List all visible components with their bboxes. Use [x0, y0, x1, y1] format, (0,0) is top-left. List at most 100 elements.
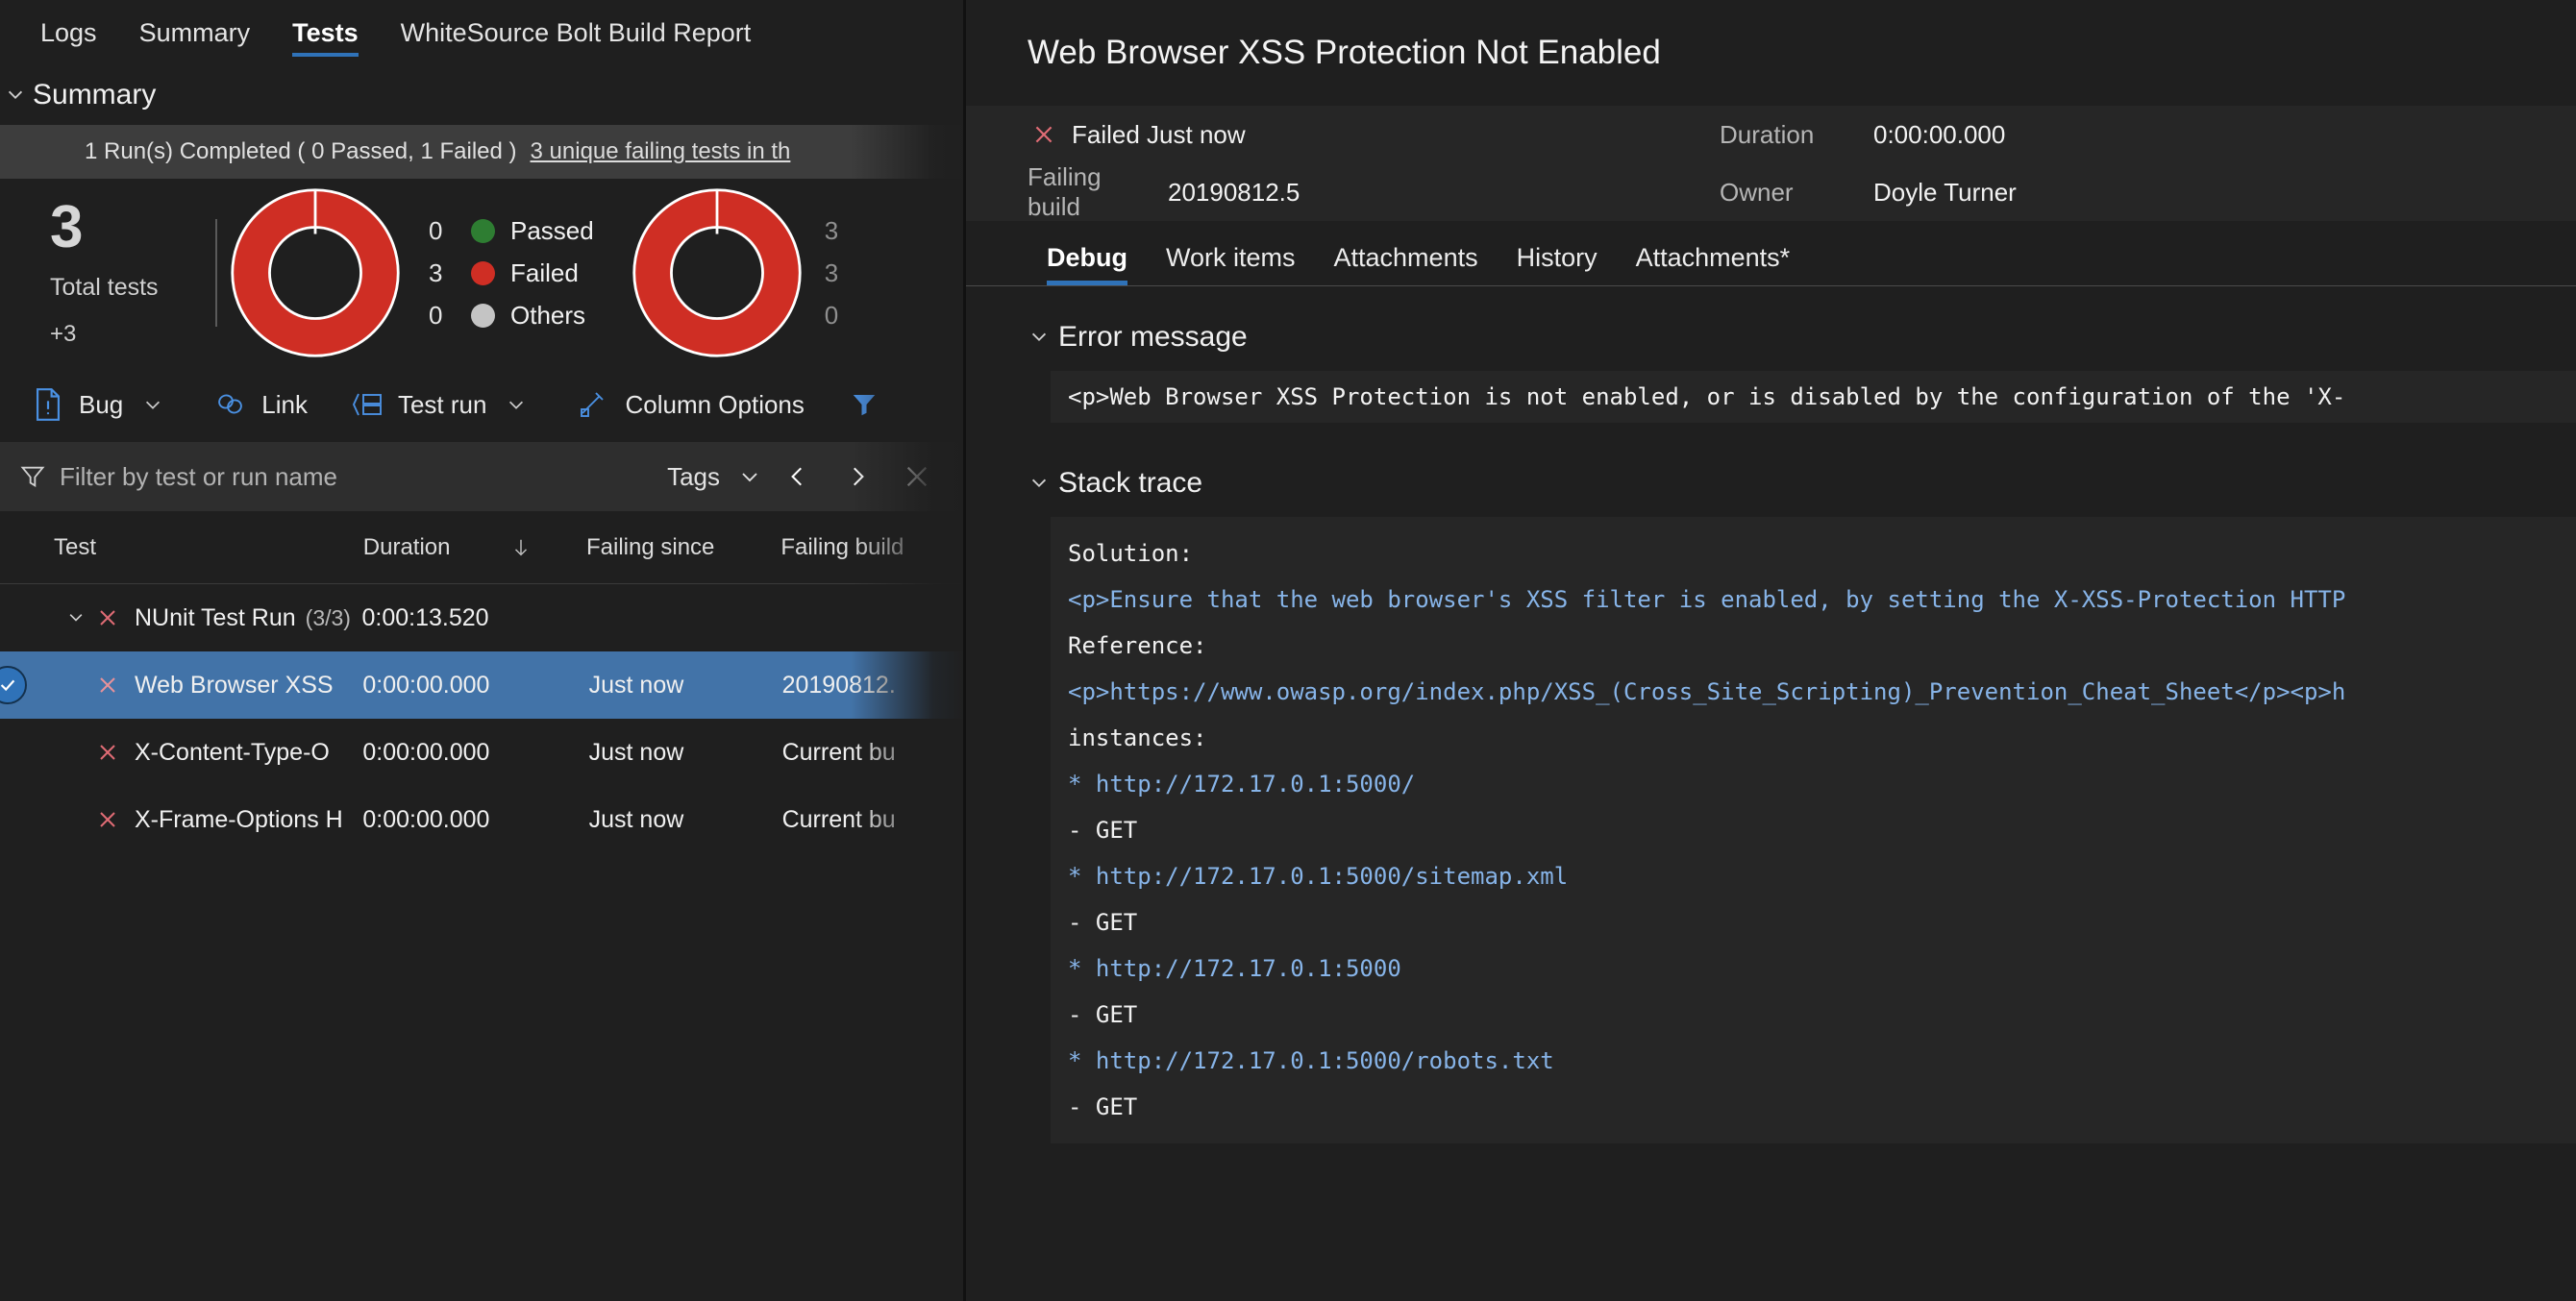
chevron-down-icon: [1026, 470, 1053, 497]
column-header-duration[interactable]: Duration: [363, 534, 483, 561]
unique-failing-tests-link[interactable]: 3 unique failing tests in th: [531, 138, 791, 165]
chevron-down-icon: [2, 82, 29, 109]
detail-meta-row-build: Failing build 20190812.5 Owner Doyle Tur…: [1028, 163, 2576, 221]
test-results-page: Logs Summary Tests WhiteSource Bolt Buil…: [0, 0, 2576, 1301]
column-options-button[interactable]: Column Options: [567, 367, 811, 442]
tab-tests[interactable]: Tests: [271, 0, 380, 65]
test-run-icon: [348, 385, 386, 424]
column-header-test[interactable]: Test: [0, 534, 363, 561]
test-run-button[interactable]: Test run: [340, 367, 543, 442]
failed-x-icon: [92, 741, 123, 764]
stack-line: <p>https://www.owasp.org/index.php/XSS_(…: [1068, 669, 2576, 715]
test-detail-pane: Web Browser XSS Protection Not Enabled F…: [966, 0, 2576, 1301]
detail-body: Error message <p>Web Browser XSS Protect…: [966, 286, 2576, 1301]
detail-meta-row-status: Failed Just now Duration 0:00:00.000: [1028, 106, 2576, 163]
stack-line: * http://172.17.0.1:5000/sitemap.xml: [1068, 853, 2576, 899]
tab-work-items[interactable]: Work items: [1147, 243, 1315, 285]
stack-trace-title: Stack trace: [1058, 467, 1202, 500]
stats-divider: [215, 219, 217, 327]
next-button[interactable]: [828, 447, 887, 506]
legend-failed-label: Failed: [510, 258, 579, 288]
tab-debug[interactable]: Debug: [1028, 243, 1147, 285]
tab-summary-label: Summary: [139, 18, 251, 47]
funnel-icon: [12, 455, 54, 498]
failed-x-icon: [92, 674, 123, 697]
bug-button[interactable]: Bug: [21, 367, 179, 442]
total-tests-delta: +3: [50, 321, 202, 348]
stack-line: Solution:: [1068, 530, 2576, 577]
detail-duration-key: Duration: [1720, 120, 1873, 150]
run-status-text: 1 Run(s) Completed ( 0 Passed, 1 Failed …: [85, 138, 517, 165]
row-failing-since: Just now: [589, 806, 782, 834]
table-row[interactable]: X-Frame-Options H 0:00:00.000 Just now C…: [0, 786, 966, 853]
table-row[interactable]: NUnit Test Run (3/3) 0:00:13.520: [0, 584, 966, 651]
column-header-failing-since[interactable]: Failing since: [586, 534, 780, 561]
legend-others-count: 0: [429, 301, 461, 331]
tags-chevron-down-icon[interactable]: [731, 458, 768, 495]
tab-attachments-star-label: Attachments*: [1636, 243, 1791, 272]
left-pane: Logs Summary Tests WhiteSource Bolt Buil…: [0, 0, 966, 1301]
column-options-icon: [575, 385, 613, 424]
row-test-name: X-Frame-Options H: [135, 806, 343, 834]
stack-line: - GET: [1068, 992, 2576, 1038]
row-duration: 0:00:00.000: [362, 806, 487, 834]
row-failing-build: 20190812.: [782, 672, 966, 700]
row-test-count: (3/3): [306, 605, 351, 631]
test-run-label: Test run: [398, 390, 487, 420]
stack-line: * http://172.17.0.1:5000/robots.txt: [1068, 1038, 2576, 1084]
stack-line: - GET: [1068, 807, 2576, 853]
bug-file-icon: [29, 385, 67, 424]
detail-failing-build-key: Failing build: [1028, 162, 1143, 222]
detail-tab-bar: Debug Work items Attachments History Att…: [966, 221, 2576, 286]
stack-trace-block: Solution: <p>Ensure that the web browser…: [1051, 517, 2576, 1143]
summary-title: Summary: [33, 79, 156, 111]
outcome-legend: 0 Passed 3 Failed 0 Others: [429, 209, 594, 336]
build-tab-bar: Logs Summary Tests WhiteSource Bolt Buil…: [0, 0, 966, 65]
tab-work-items-label: Work items: [1166, 243, 1296, 272]
previous-button[interactable]: [768, 447, 828, 506]
tab-whitesource-label: WhiteSource Bolt Build Report: [401, 18, 752, 47]
row-test-name: X-Content-Type-O: [135, 739, 330, 767]
failed-dot-icon: [471, 261, 495, 285]
filter-toggle-button[interactable]: [837, 367, 891, 442]
total-tests-number: 3: [50, 198, 202, 258]
table-row[interactable]: X-Content-Type-O 0:00:00.000 Just now Cu…: [0, 719, 966, 786]
close-filter-button[interactable]: [887, 447, 947, 506]
tab-history[interactable]: History: [1498, 243, 1617, 285]
column-header-failing-build[interactable]: Failing build: [780, 534, 966, 561]
detail-owner-value: Doyle Turner: [1873, 178, 2017, 208]
legend-item-others: 0 Others: [429, 294, 594, 336]
donut-svg-2: [632, 188, 802, 357]
summary-section-header[interactable]: Summary: [0, 65, 966, 125]
sort-descending-icon[interactable]: [483, 534, 586, 561]
tab-logs[interactable]: Logs: [19, 0, 118, 65]
filter-bar: Tags: [0, 442, 966, 511]
detail-failing-build-value: 20190812.5: [1168, 178, 1300, 208]
bug-chevron-down-icon[interactable]: [135, 386, 171, 423]
filter-input[interactable]: [60, 462, 579, 492]
legend2-item-2: 3: [825, 252, 857, 294]
detail-status-text: Failed Just now: [1072, 120, 1246, 150]
tab-attachments-star[interactable]: Attachments*: [1617, 243, 1810, 285]
tab-history-label: History: [1517, 243, 1598, 272]
tab-summary[interactable]: Summary: [118, 0, 272, 65]
test-run-chevron-down-icon[interactable]: [498, 386, 534, 423]
tab-attachments[interactable]: Attachments: [1315, 243, 1498, 285]
expand-chevron-down-icon[interactable]: [60, 608, 92, 627]
tab-logs-label: Logs: [40, 18, 97, 47]
tab-whitesource-bolt-build-report[interactable]: WhiteSource Bolt Build Report: [380, 0, 773, 65]
error-message-text: <p>Web Browser XSS Protection is not ena…: [1051, 371, 2576, 423]
error-message-section-header[interactable]: Error message: [966, 304, 2576, 371]
run-status-banner: 1 Run(s) Completed ( 0 Passed, 1 Failed …: [0, 125, 966, 179]
tags-label: Tags: [667, 462, 720, 492]
outcome-donut-chart-2: [632, 188, 802, 357]
tags-dropdown[interactable]: Tags: [667, 458, 768, 495]
link-label: Link: [261, 390, 308, 420]
results-table-body: NUnit Test Run (3/3) 0:00:13.520 Web Bro…: [0, 584, 966, 1301]
row-failing-since: Just now: [589, 739, 782, 767]
total-tests-block: 3 Total tests +3: [0, 198, 202, 348]
outcome-legend-2: 3 3 0: [825, 209, 857, 336]
stack-trace-section-header[interactable]: Stack trace: [966, 450, 2576, 517]
link-button[interactable]: Link: [204, 367, 315, 442]
table-row[interactable]: Web Browser XSS 0:00:00.000 Just now 201…: [0, 651, 966, 719]
